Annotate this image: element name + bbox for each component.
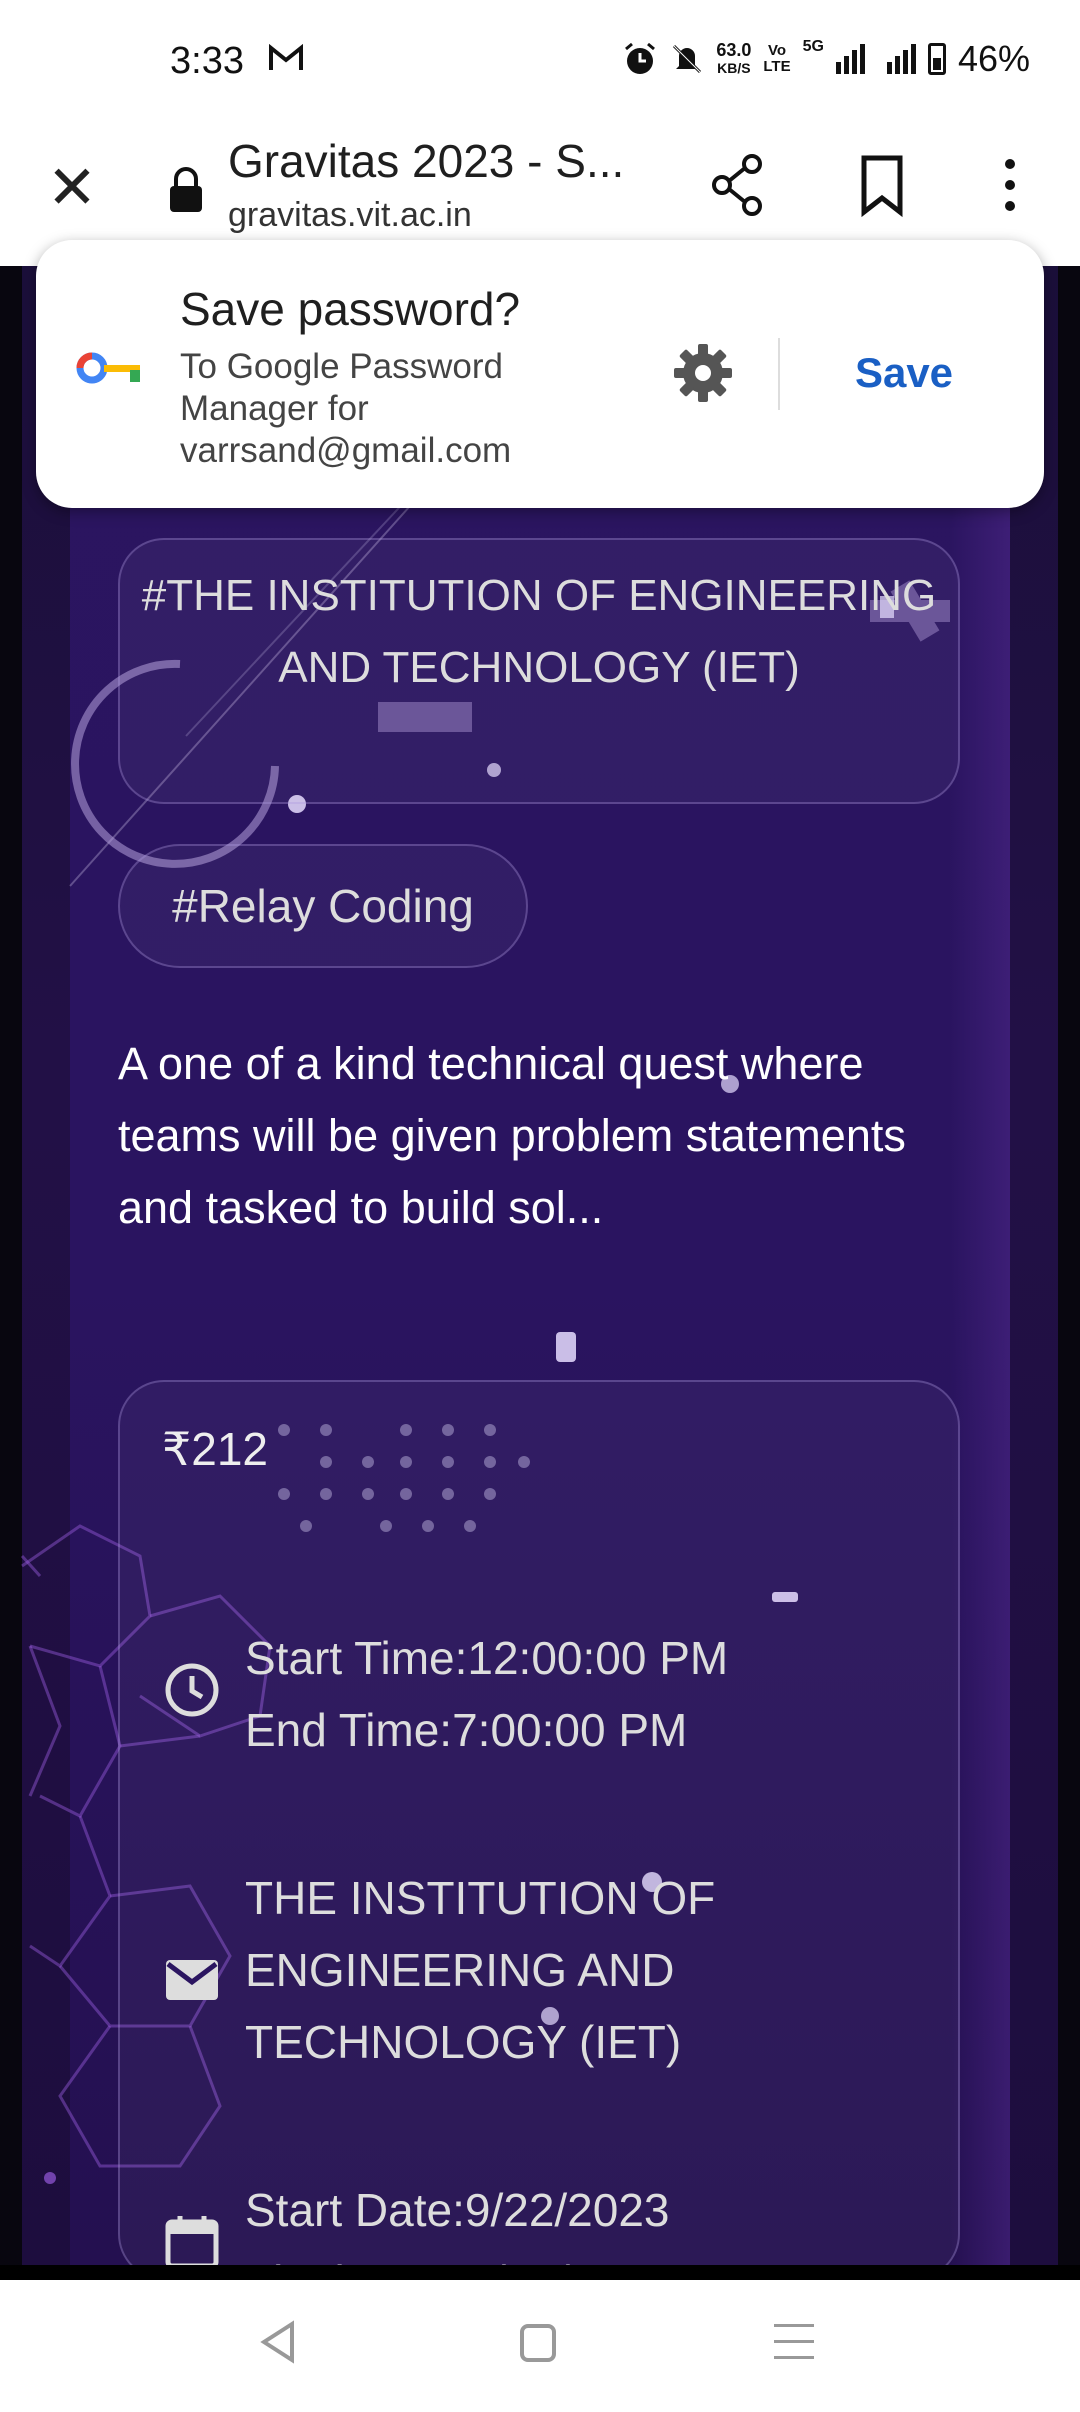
back-icon[interactable] bbox=[258, 2320, 298, 2364]
gear-icon[interactable] bbox=[670, 340, 736, 406]
popup-divider bbox=[778, 338, 780, 410]
gmail-icon bbox=[268, 43, 304, 80]
end-time: End Time:7:00:00 PM bbox=[245, 1704, 688, 1756]
signal-icon bbox=[835, 44, 865, 74]
lock-icon[interactable] bbox=[168, 166, 204, 214]
google-key-icon bbox=[76, 352, 140, 384]
event-tag[interactable]: #Relay Coding bbox=[118, 844, 528, 968]
battery-level: 46% bbox=[957, 38, 1030, 79]
web-page: #THE INSTITUTION OF ENGINEERING AND TECH… bbox=[0, 266, 1080, 2265]
event-price: ₹212 bbox=[162, 1423, 269, 1475]
event-info-card: ₹212 Start Time:12:00:00 PM End Time:7:0… bbox=[118, 1380, 960, 2265]
calendar-icon bbox=[165, 2216, 219, 2265]
home-icon[interactable] bbox=[520, 2324, 556, 2362]
status-icons: 63.0 KB/S Vo LTE 5G 46% bbox=[622, 38, 1030, 80]
dot-pattern bbox=[270, 1412, 530, 1532]
popup-subtitle: To Google Password Manager for varrsand@… bbox=[180, 347, 512, 470]
share-icon[interactable] bbox=[708, 150, 768, 220]
close-icon[interactable]: ✕ bbox=[40, 156, 104, 220]
signal-icon-2 bbox=[886, 44, 916, 74]
save-password-button[interactable]: Save bbox=[814, 340, 994, 406]
network-type: 5G bbox=[802, 38, 824, 55]
battery-icon bbox=[927, 43, 946, 75]
popup-title: Save password? bbox=[180, 283, 521, 335]
start-time: Start Time:12:00:00 PM bbox=[245, 1632, 729, 1684]
alarm-icon bbox=[625, 42, 656, 74]
final-date: Final Date:9/23/2023 bbox=[245, 2246, 672, 2265]
page-title[interactable]: Gravitas 2023 - S... bbox=[228, 134, 624, 188]
status-time: 3:33 bbox=[170, 40, 244, 82]
recents-icon[interactable] bbox=[774, 2324, 814, 2364]
bookmark-icon[interactable] bbox=[852, 150, 912, 220]
event-description: A one of a kind technical quest where te… bbox=[118, 1038, 906, 1233]
mute-icon bbox=[673, 44, 702, 74]
organizer-name: THE INSTITUTION OF ENGINEERING AND TECHN… bbox=[245, 1872, 716, 2068]
status-bar: 3:33 63.0 KB/S Vo LTE 5G 46% bbox=[0, 0, 1080, 126]
volte-badge: Vo LTE bbox=[763, 42, 791, 75]
system-nav-bar bbox=[0, 2280, 1080, 2412]
clock-icon bbox=[165, 1663, 219, 1717]
net-speed: 63.0 KB/S bbox=[716, 40, 752, 76]
more-icon[interactable] bbox=[990, 150, 1030, 220]
mail-icon bbox=[166, 1960, 218, 2000]
organizer-tag[interactable]: #THE INSTITUTION OF ENGINEERING AND TECH… bbox=[118, 538, 960, 804]
start-date: Start Date:9/22/2023 bbox=[245, 2184, 670, 2236]
url-text[interactable]: gravitas.vit.ac.in bbox=[228, 196, 472, 235]
save-password-popup: Save password? To Google Password Manage… bbox=[36, 240, 1044, 508]
